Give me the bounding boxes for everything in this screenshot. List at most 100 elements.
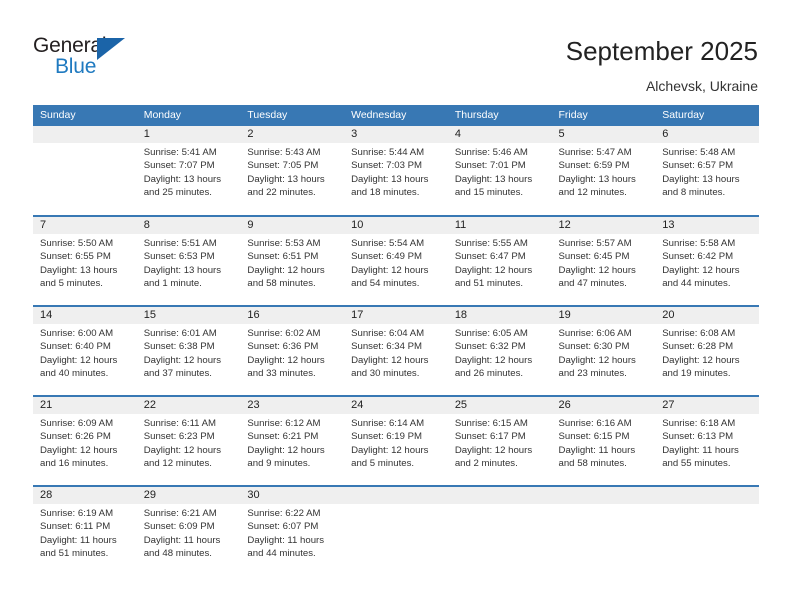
calendar-day-cell-empty (655, 485, 759, 576)
calendar-day-cell-empty (447, 485, 552, 576)
calendar-day-cell[interactable]: 30 Sunrise: 6:22 AM Sunset: 6:07 PM Dayligh… (240, 485, 345, 576)
day-detail-line: Sunset: 6:19 PM (351, 431, 423, 443)
calendar-day-cell[interactable]: 15 Sunrise: 6:01 AM Sunset: 6:38 PM Dayligh… (136, 305, 241, 396)
brand-logo[interactable]: General Blue (33, 34, 143, 82)
calendar-day-cell[interactable]: 9 Sunrise: 5:53 AM Sunset: 6:51 PM Daylight… (240, 215, 345, 306)
day-detail-line: Daylight: 11 hours (143, 534, 221, 546)
logo-text-blue: Blue (55, 55, 97, 78)
day-details: Sunrise: 6:09 AM Sunset: 6:26 PM Daylight:… (33, 414, 137, 471)
calendar-table: Sunday Monday Tuesday Wednesday Thursday Frid… (33, 105, 759, 576)
calendar-day-cell[interactable]: 19 Sunrise: 6:06 AM Sunset: 6:30 PM Dayligh… (551, 305, 656, 396)
day-number: 11 (447, 217, 552, 234)
day-details: Sunrise: 6:11 AM Sunset: 6:23 PM Daylight:… (137, 414, 241, 471)
day-detail-line: Daylight: 13 hours (143, 264, 222, 276)
day-detail-line: Sunset: 7:03 PM (351, 160, 423, 172)
day-number: 12 (551, 217, 656, 234)
day-detail-line: Sunset: 6:30 PM (558, 341, 630, 353)
calendar-day-cell[interactable]: 5 Sunrise: 5:47 AM Sunset: 6:59 PM Daylight… (551, 126, 656, 216)
day-number: 28 (33, 487, 137, 504)
calendar-day-cell[interactable]: 4 Sunrise: 5:46 AM Sunset: 7:01 PM Daylight… (447, 126, 552, 216)
day-detail-line: Daylight: 12 hours (247, 444, 325, 456)
calendar-body: 1 Sunrise: 5:41 AM Sunset: 7:07 PM Daylight… (33, 126, 759, 576)
day-detail-line: and 55 minutes. (662, 458, 731, 470)
calendar-day-cell[interactable]: 24 Sunrise: 6:14 AM Sunset: 6:19 PM Dayligh… (344, 395, 448, 486)
day-number (344, 487, 448, 504)
day-number: 17 (344, 307, 448, 324)
calendar-day-cell[interactable]: 10 Sunrise: 5:54 AM Sunset: 6:49 PM Dayligh… (344, 215, 448, 306)
day-detail-line: and 44 minutes. (662, 278, 731, 290)
calendar-day-cell-empty (344, 485, 448, 576)
calendar-day-cell[interactable]: 7 Sunrise: 5:50 AM Sunset: 6:55 PM Daylight… (33, 215, 137, 306)
day-detail-line: Sunset: 6:28 PM (662, 341, 734, 353)
day-number: 2 (240, 126, 345, 143)
calendar-day-cell[interactable]: 18 Sunrise: 6:05 AM Sunset: 6:32 PM Dayligh… (447, 305, 552, 396)
day-detail-line: and 54 minutes. (351, 278, 420, 290)
calendar-day-cell[interactable]: 27 Sunrise: 6:18 AM Sunset: 6:13 PM Dayligh… (655, 395, 759, 486)
calendar-day-cell[interactable]: 8 Sunrise: 5:51 AM Sunset: 6:53 PM Daylight… (136, 215, 241, 306)
calendar-week-row: 7 Sunrise: 5:50 AM Sunset: 6:55 PM Daylight… (33, 215, 759, 306)
weekday-header-cell: Tuesday (240, 105, 345, 126)
day-detail-line: Sunset: 6:32 PM (454, 341, 526, 353)
day-detail-line: and 40 minutes. (40, 368, 109, 380)
day-number (447, 487, 552, 504)
day-detail-line: Daylight: 13 hours (40, 264, 118, 276)
day-detail-line: and 12 minutes. (558, 187, 627, 199)
calendar-day-cell[interactable]: 29 Sunrise: 6:21 AM Sunset: 6:09 PM Dayligh… (136, 485, 241, 576)
day-detail-line: Sunrise: 6:16 AM (558, 418, 632, 429)
day-detail-line: Daylight: 12 hours (351, 444, 429, 456)
day-detail-line: Daylight: 13 hours (143, 173, 222, 185)
day-number: 3 (344, 126, 448, 143)
calendar-day-cell[interactable]: 6 Sunrise: 5:48 AM Sunset: 6:57 PM Daylight… (655, 126, 759, 216)
calendar-day-cell[interactable]: 23 Sunrise: 6:12 AM Sunset: 6:21 PM Dayligh… (240, 395, 345, 486)
day-detail-line: Daylight: 12 hours (558, 264, 636, 276)
day-number: 7 (33, 217, 137, 234)
calendar-day-cell[interactable]: 1 Sunrise: 5:41 AM Sunset: 7:07 PM Daylight… (136, 126, 241, 216)
day-details: Sunrise: 5:54 AM Sunset: 6:49 PM Daylight:… (344, 234, 448, 291)
calendar-day-cell[interactable]: 17 Sunrise: 6:04 AM Sunset: 6:34 PM Dayligh… (344, 305, 448, 396)
calendar-day-cell[interactable]: 21 Sunrise: 6:09 AM Sunset: 6:26 PM Dayligh… (33, 395, 137, 486)
day-detail-line: and 23 minutes. (558, 368, 627, 380)
calendar-day-cell[interactable]: 3 Sunrise: 5:44 AM Sunset: 7:03 PM Daylight… (344, 126, 448, 216)
calendar-day-cell[interactable]: 26 Sunrise: 6:16 AM Sunset: 6:15 PM Dayligh… (551, 395, 656, 486)
calendar-day-cell[interactable]: 14 Sunrise: 6:00 AM Sunset: 6:40 PM Dayligh… (33, 305, 137, 396)
day-detail-line: Sunrise: 6:22 AM (247, 508, 321, 519)
day-detail-line: Daylight: 12 hours (143, 444, 222, 456)
day-detail-line: Sunset: 6:09 PM (143, 521, 215, 533)
day-detail-line: and 18 minutes. (351, 187, 420, 199)
calendar-day-cell[interactable]: 22 Sunrise: 6:11 AM Sunset: 6:23 PM Dayligh… (136, 395, 241, 486)
day-detail-line: Sunrise: 5:54 AM (351, 238, 425, 249)
calendar-day-cell[interactable]: 20 Sunrise: 6:08 AM Sunset: 6:28 PM Dayligh… (655, 305, 759, 396)
calendar-day-cell[interactable]: 2 Sunrise: 5:43 AM Sunset: 7:05 PM Daylight… (240, 126, 345, 216)
calendar-day-cell[interactable]: 16 Sunrise: 6:02 AM Sunset: 6:36 PM Dayligh… (240, 305, 345, 396)
day-detail-line: Sunrise: 5:51 AM (143, 238, 217, 249)
day-detail-line: Daylight: 11 hours (662, 444, 739, 456)
calendar-day-cell[interactable]: 12 Sunrise: 5:57 AM Sunset: 6:45 PM Dayligh… (551, 215, 656, 306)
day-detail-line: and 8 minutes. (662, 187, 726, 199)
calendar-day-cell[interactable]: 25 Sunrise: 6:15 AM Sunset: 6:17 PM Dayligh… (447, 395, 552, 486)
calendar-day-cell[interactable]: 11 Sunrise: 5:55 AM Sunset: 6:47 PM Dayligh… (447, 215, 552, 306)
day-detail-line: and 51 minutes. (454, 278, 524, 290)
day-detail-line: Daylight: 11 hours (40, 534, 117, 546)
day-detail-line: and 58 minutes. (247, 278, 316, 290)
day-number: 9 (240, 217, 345, 234)
calendar-day-cell[interactable]: 13 Sunrise: 5:58 AM Sunset: 6:42 PM Dayligh… (655, 215, 759, 306)
day-detail-line: Sunrise: 5:58 AM (662, 238, 736, 249)
day-detail-line: and 22 minutes. (247, 187, 316, 199)
day-number: 21 (33, 397, 137, 414)
day-details: Sunrise: 6:21 AM Sunset: 6:09 PM Daylight:… (137, 504, 241, 561)
day-number: 24 (344, 397, 448, 414)
day-details: Sunrise: 6:14 AM Sunset: 6:19 PM Daylight:… (344, 414, 448, 471)
day-detail-line: Daylight: 12 hours (662, 354, 740, 366)
calendar-day-cell[interactable]: 28 Sunrise: 6:19 AM Sunset: 6:11 PM Dayligh… (33, 485, 137, 576)
day-detail-line: and 37 minutes. (143, 368, 212, 380)
day-number: 22 (136, 397, 241, 414)
day-details: Sunrise: 5:44 AM Sunset: 7:03 PM Daylight:… (344, 143, 448, 200)
day-detail-line: Sunset: 6:17 PM (454, 431, 526, 443)
day-details: Sunrise: 6:01 AM Sunset: 6:38 PM Daylight:… (137, 324, 241, 381)
day-number: 1 (136, 126, 241, 143)
day-detail-line: Daylight: 13 hours (247, 173, 325, 185)
day-details: Sunrise: 6:06 AM Sunset: 6:30 PM Daylight:… (552, 324, 656, 381)
weekday-header-cell: Saturday (655, 105, 759, 126)
day-details: Sunrise: 5:41 AM Sunset: 7:07 PM Daylight:… (137, 143, 241, 200)
day-detail-line: and 9 minutes. (247, 458, 311, 470)
